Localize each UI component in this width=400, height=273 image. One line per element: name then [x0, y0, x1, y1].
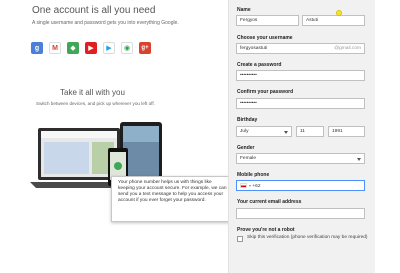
phone-tooltip: Your phone number helps us with things l… [111, 176, 235, 222]
birth-month-value: July [240, 129, 249, 134]
username-value: fergyosastuti [240, 46, 268, 51]
gender-value: Female [240, 156, 256, 161]
headline: One account is all you need [32, 5, 156, 16]
gender-select[interactable]: Female [236, 153, 365, 164]
google-apps-row: g M ◆ ▶ ▶ ◉ g+ [31, 42, 151, 54]
headline-2: Take it all with you [60, 88, 125, 97]
birth-year-input[interactable]: 1991 [328, 126, 365, 137]
phone-value: +62 [252, 184, 261, 189]
birthday-label: Birthday [237, 117, 258, 123]
right-margin [375, 0, 400, 273]
subline: A single username and password gets you … [32, 20, 179, 26]
first-name-input[interactable]: Fergyos [236, 15, 299, 26]
play-store-icon: ▶ [103, 42, 115, 54]
birth-month-select[interactable]: July [236, 126, 292, 137]
email-label: Your current email address [237, 199, 302, 205]
gmail-icon: M [49, 42, 61, 54]
gender-label: Gender [237, 145, 255, 151]
skip-verification-text: Skip this verification (phone verificati… [247, 235, 368, 240]
username-label: Choose your username [237, 35, 293, 41]
mouse-cursor-highlight [336, 10, 342, 16]
email-input[interactable] [236, 208, 365, 219]
name-label: Name [237, 7, 251, 13]
birth-day-input[interactable]: 11 [296, 126, 324, 137]
signup-form: Name Fergyos Astuti Choose your username… [228, 0, 375, 273]
username-suffix: @gmail.com [334, 46, 361, 51]
mobile-phone-input[interactable]: ▾ +62 [236, 180, 365, 191]
chevron-down-icon [284, 131, 288, 134]
youtube-icon: ▶ [85, 42, 97, 54]
last-name-input[interactable]: Astuti [302, 15, 365, 26]
maps-icon: ◆ [67, 42, 79, 54]
chevron-down-icon: ▾ [249, 183, 252, 188]
google-search-icon: g [31, 42, 43, 54]
marketing-column: One account is all you need A single use… [0, 0, 228, 273]
username-input[interactable]: fergyosastuti @gmail.com [236, 43, 365, 54]
chevron-down-icon [357, 158, 361, 161]
password-label: Create a password [237, 62, 282, 68]
skip-verification-checkbox[interactable] [237, 236, 243, 242]
country-flag-icon[interactable] [240, 183, 247, 189]
google-plus-icon: g+ [139, 42, 151, 54]
confirm-password-input[interactable]: •••••••••• [236, 98, 365, 109]
confirm-password-label: Confirm your password [237, 89, 294, 95]
chrome-icon: ◉ [121, 42, 133, 54]
subline-2: Switch between devices, and pick up wher… [36, 101, 155, 106]
robot-label: Prove you're not a robot [237, 227, 295, 233]
mobile-phone-label: Mobile phone [237, 172, 270, 178]
password-input[interactable]: •••••••••• [236, 70, 365, 81]
